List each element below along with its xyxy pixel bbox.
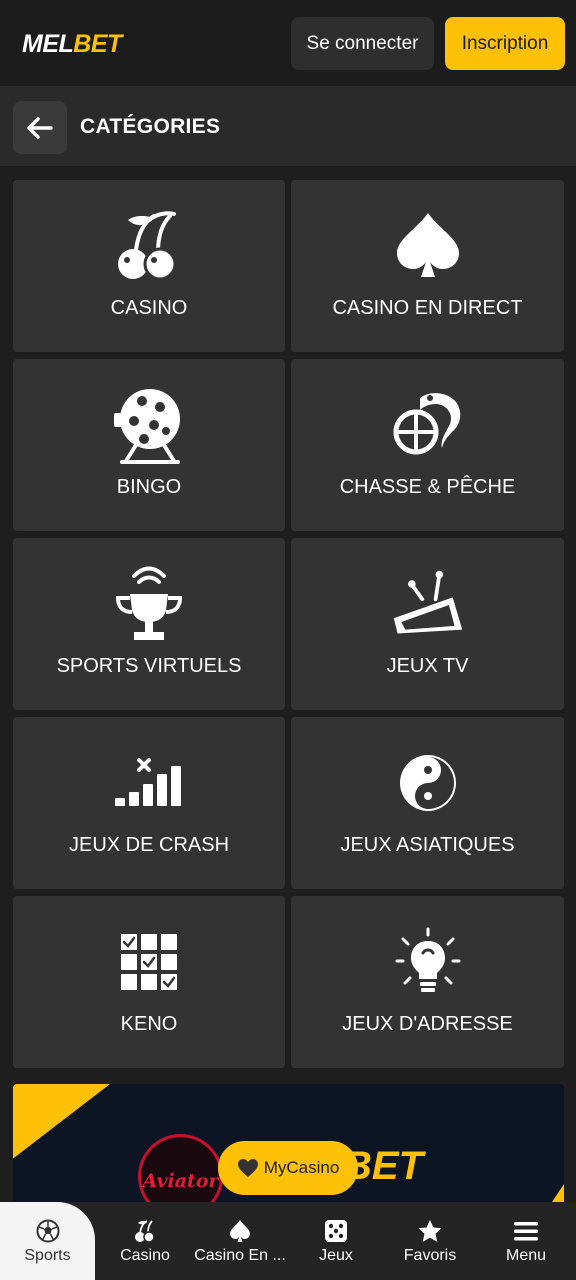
category-tile-asian-games[interactable]: JEUX ASIATIQUES	[291, 717, 564, 889]
hamburger-icon	[514, 1221, 538, 1240]
category-tile-live-casino[interactable]: CASINO EN DIRECT	[291, 180, 564, 352]
star-icon	[418, 1219, 442, 1242]
bottom-navigation: Sports Casino Casino En ... Jeux Favoris…	[0, 1202, 576, 1280]
category-label: KENO	[120, 1013, 178, 1035]
mycasino-button[interactable]: MyCasino	[218, 1141, 358, 1195]
category-label: JEUX TV	[386, 655, 469, 677]
category-tile-crash-games[interactable]: JEUX DE CRASH	[13, 717, 285, 889]
category-tile-skill-games[interactable]: JEUX D'ADRESSE	[291, 896, 564, 1068]
category-label: BINGO	[116, 476, 182, 498]
tv-icon	[393, 570, 462, 634]
lightbulb-icon	[395, 927, 460, 992]
soccer-ball-icon	[36, 1219, 59, 1242]
dice-icon	[325, 1219, 347, 1242]
keno-grid-icon	[121, 934, 177, 990]
bingo-drum-icon	[114, 389, 180, 464]
category-tile-hunting-fishing[interactable]: CHASSE & PÊCHE	[291, 359, 564, 531]
category-label: JEUX D'ADRESSE	[342, 1013, 513, 1035]
top-bar: MELBET Se connecter Inscription	[0, 0, 576, 86]
category-tile-bingo[interactable]: BINGO	[13, 359, 285, 531]
nav-item-games[interactable]: Jeux	[290, 1202, 382, 1280]
banner-decoration	[13, 1084, 123, 1174]
category-tile-tv-games[interactable]: JEUX TV	[291, 538, 564, 710]
nav-item-sports[interactable]: Sports	[0, 1202, 95, 1280]
category-label: JEUX ASIATIQUES	[340, 834, 515, 856]
nav-label: Favoris	[403, 1246, 457, 1264]
logo-text-bet: BET	[73, 30, 122, 58]
category-label: JEUX DE CRASH	[68, 834, 230, 856]
back-button[interactable]	[13, 101, 67, 154]
categories-header: CATÉGORIES	[0, 86, 576, 166]
nav-label: Menu	[505, 1246, 547, 1264]
fish-crosshair-icon	[393, 393, 460, 455]
page-title: CATÉGORIES	[80, 115, 221, 138]
cherries-icon	[118, 211, 177, 281]
category-label: CASINO	[110, 297, 188, 319]
register-button[interactable]: Inscription	[445, 17, 565, 70]
nav-item-casino[interactable]: Casino	[100, 1202, 190, 1280]
melbet-logo[interactable]: MELBET	[22, 30, 122, 59]
nav-label: Casino En ...	[194, 1246, 286, 1264]
category-label: CASINO EN DIRECT	[332, 297, 523, 319]
logo-text-mel: MEL	[22, 30, 74, 58]
arrow-left-icon	[27, 116, 53, 139]
category-label: SPORTS VIRTUELS	[56, 655, 242, 677]
nav-item-menu[interactable]: Menu	[478, 1202, 574, 1280]
yin-yang-icon	[399, 755, 456, 811]
nav-item-favorites[interactable]: Favoris	[382, 1202, 478, 1280]
aviator-logo-text: Aviator	[142, 1170, 219, 1192]
nav-label: Sports	[24, 1246, 71, 1264]
spade-icon	[396, 213, 459, 277]
nav-label: Casino	[120, 1246, 170, 1264]
trophy-signal-icon	[115, 566, 183, 640]
cherries-icon	[135, 1219, 155, 1243]
nav-label: Jeux	[319, 1246, 353, 1264]
heart-icon	[237, 1159, 258, 1177]
crash-bars-icon	[115, 758, 181, 806]
category-grid: CASINO CASINO EN DIRECT BINGO CHASSE & P…	[13, 180, 564, 1068]
nav-item-live-casino[interactable]: Casino En ...	[190, 1202, 290, 1280]
login-button[interactable]: Se connecter	[291, 17, 434, 70]
category-tile-keno[interactable]: KENO	[13, 896, 285, 1068]
spade-icon	[230, 1219, 250, 1242]
category-tile-virtual-sports[interactable]: SPORTS VIRTUELS	[13, 538, 285, 710]
category-label: CHASSE & PÊCHE	[339, 476, 516, 498]
mycasino-label: MyCasino	[263, 1158, 340, 1177]
category-tile-casino[interactable]: CASINO	[13, 180, 285, 352]
